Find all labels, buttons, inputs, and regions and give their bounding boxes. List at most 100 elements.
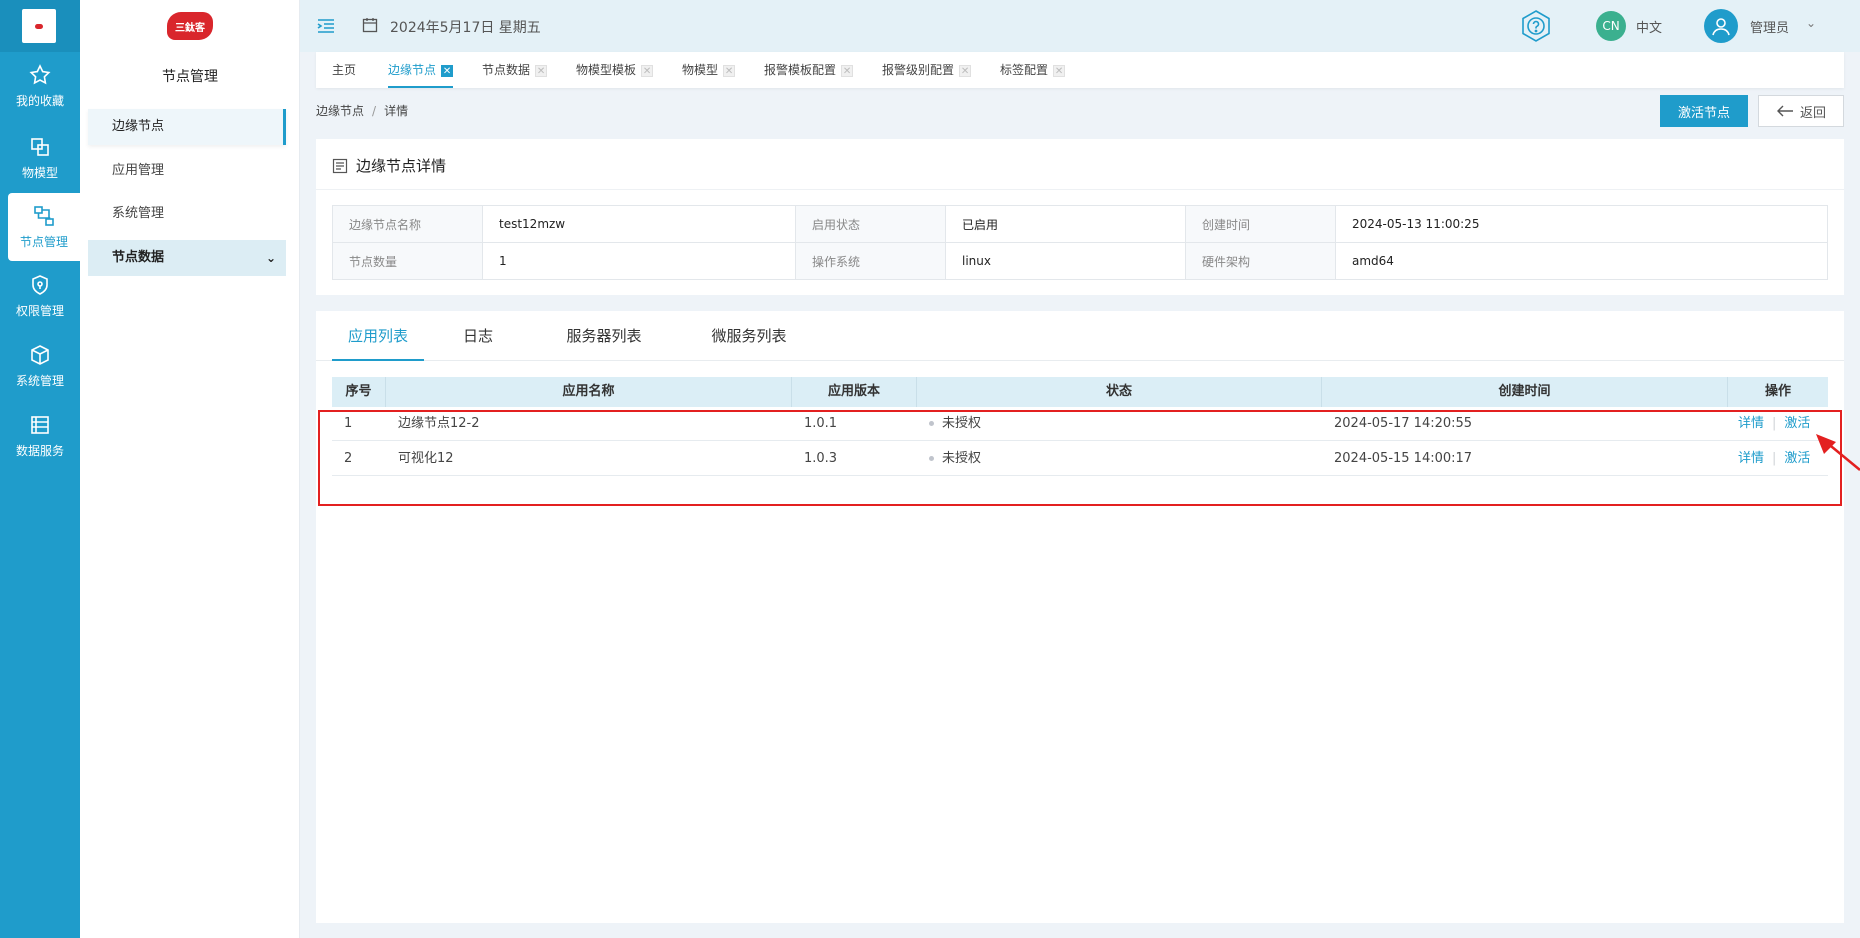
brand-logo: 三鈦客 <box>165 8 215 44</box>
info-label: 操作系统 <box>795 242 946 280</box>
rail-item-node-management[interactable]: 节点管理 <box>8 193 80 261</box>
sidebar-item-system-management[interactable]: 系统管理 <box>88 196 286 232</box>
tab-label: 物模型 <box>682 63 719 77</box>
column-header: 操作 <box>1764 384 1791 399</box>
tab-app-list[interactable]: 应用列表 <box>332 311 424 361</box>
info-value: test12mzw <box>482 205 796 243</box>
chevron-down-icon[interactable]: ⌄ <box>1806 16 1816 30</box>
rail-item-label: 权限管理 <box>15 304 64 318</box>
chevron-down-icon: ⌄ <box>265 251 276 265</box>
tab-label: 主页 <box>332 63 357 77</box>
activate-node-button[interactable]: 激活节点 <box>1660 95 1748 127</box>
sidebar-group-node-data[interactable]: 节点数据 ⌄ <box>88 240 286 276</box>
tab-label: 应用列表 <box>347 327 408 345</box>
table-header: 序号 应用名称 应用版本 状态 创建时间 操作 <box>332 377 1828 407</box>
app-logo[interactable] <box>22 9 56 43</box>
info-row: 节点数量 1 操作系统 linux 硬件架构 amd64 <box>332 242 1828 280</box>
panel-tabs: 应用列表 日志 服务器列表 微服务列表 <box>316 311 1844 361</box>
user-icon <box>1712 18 1730 36</box>
tab-microservice-list[interactable]: 微服务列表 <box>690 311 808 361</box>
tab-alarm-template[interactable]: 报警模板配置 ✕ <box>764 52 854 88</box>
info-value: 1 <box>482 242 796 280</box>
tab-model[interactable]: 物模型 ✕ <box>682 52 736 88</box>
column-header: 序号 <box>332 377 386 407</box>
sidebar-item-label: 应用管理 <box>112 163 165 178</box>
info-value: 已启用 <box>945 205 1186 243</box>
document-icon <box>332 158 348 173</box>
info-label: 创建时间 <box>1185 205 1336 243</box>
tab-label: 边缘节点 <box>388 63 437 77</box>
calendar-icon <box>362 18 378 33</box>
rail-item-label: 系统管理 <box>15 374 64 388</box>
model-icon <box>31 138 49 156</box>
info-label: 边缘节点名称 <box>332 205 483 243</box>
breadcrumb: 边缘节点 / 详情 <box>316 102 408 119</box>
language-label[interactable]: 中文 <box>1636 17 1662 36</box>
close-icon[interactable]: ✕ <box>441 64 454 77</box>
sidebar-item-edge-node[interactable]: 边缘节点 <box>88 109 286 145</box>
rail-item-favorites[interactable]: 我的收藏 <box>0 52 80 120</box>
tab-label: 物模型模板 <box>576 63 637 77</box>
arrow-left-icon <box>1776 105 1793 117</box>
breadcrumb-current: 详情 <box>384 104 409 118</box>
shield-icon <box>32 275 48 295</box>
help-icon[interactable] <box>1518 8 1554 44</box>
user-name[interactable]: 管理员 <box>1750 17 1789 36</box>
tab-model-template[interactable]: 物模型模板 ✕ <box>576 52 654 88</box>
detail-info-table: 边缘节点名称 test12mzw 启用状态 已启用 创建时间 2024-05-1… <box>332 205 1828 280</box>
language-badge[interactable]: CN <box>1596 11 1626 41</box>
info-value: amd64 <box>1335 242 1828 280</box>
rail-item-system[interactable]: 系统管理 <box>0 332 80 400</box>
tab-tag-config[interactable]: 标签配置 ✕ <box>1000 52 1066 88</box>
rail-item-label: 我的收藏 <box>15 94 64 108</box>
back-button[interactable]: 返回 <box>1758 95 1844 127</box>
sidebar-item-label: 系统管理 <box>112 206 165 221</box>
sidebar-title: 节点管理 <box>162 69 218 85</box>
rail-item-data-service[interactable]: 数据服务 <box>0 402 80 470</box>
left-rail: 我的收藏 物模型 节点管理 权限管理 系统管理 数据服务 <box>0 0 80 938</box>
rail-item-label: 节点管理 <box>19 235 68 249</box>
info-label: 节点数量 <box>332 242 483 280</box>
back-button-label: 返回 <box>1799 104 1826 120</box>
tab-node-data[interactable]: 节点数据 ✕ <box>482 52 548 88</box>
column-header: 应用版本 <box>792 377 917 407</box>
avatar[interactable] <box>1704 9 1738 43</box>
data-icon <box>31 416 49 434</box>
info-label: 启用状态 <box>795 205 946 243</box>
close-icon[interactable]: ✕ <box>841 64 854 77</box>
top-bar: 2024年5月17日 星期五 CN 中文 管理员 ⌄ <box>300 0 1860 52</box>
column-header: 创建时间 <box>1322 377 1728 407</box>
page-tabs: 主页 边缘节点 ✕ 节点数据 ✕ 物模型模板 ✕ 物模型 ✕ 报警模板配置 ✕ 报警级别配… <box>316 52 1844 88</box>
current-date: 2024年5月17日 星期五 <box>390 20 541 36</box>
tab-label: 报警级别配置 <box>882 63 955 77</box>
rail-item-label: 物模型 <box>21 166 58 180</box>
secondary-sidebar: 三鈦客 节点管理 边缘节点 应用管理 系统管理 节点数据 ⌄ <box>80 0 300 938</box>
nodes-icon <box>34 206 54 226</box>
tab-alarm-level[interactable]: 报警级别配置 ✕ <box>882 52 972 88</box>
tab-label: 报警模板配置 <box>764 63 837 77</box>
close-icon[interactable]: ✕ <box>723 64 736 77</box>
arrow-annotation-icon <box>1816 434 1860 471</box>
breadcrumb-parent[interactable]: 边缘节点 <box>316 104 364 118</box>
info-value: linux <box>945 242 1186 280</box>
tab-label: 服务器列表 <box>566 327 642 345</box>
tab-server-list[interactable]: 服务器列表 <box>550 311 658 361</box>
rail-item-model[interactable]: 物模型 <box>0 124 80 192</box>
card-header: 边缘节点详情 <box>332 155 446 176</box>
close-icon[interactable]: ✕ <box>641 64 654 77</box>
tab-label: 节点数据 <box>482 63 531 77</box>
edge-node-detail-card: 边缘节点详情 边缘节点名称 test12mzw 启用状态 已启用 创建时间 20… <box>316 139 1844 295</box>
close-icon[interactable]: ✕ <box>959 64 972 77</box>
highlight-box <box>318 410 1842 506</box>
tab-home[interactable]: 主页 <box>332 52 356 88</box>
menu-toggle-icon[interactable] <box>316 16 336 36</box>
close-icon[interactable]: ✕ <box>535 64 548 77</box>
info-label: 硬件架构 <box>1185 242 1336 280</box>
brand-logo-text: 三鈦客 <box>167 12 213 40</box>
sidebar-item-app-management[interactable]: 应用管理 <box>88 153 286 189</box>
tab-logs[interactable]: 日志 <box>446 311 510 361</box>
rail-item-permissions[interactable]: 权限管理 <box>0 262 80 330</box>
tab-edge-node[interactable]: 边缘节点 ✕ <box>388 52 454 88</box>
close-icon[interactable]: ✕ <box>1053 64 1066 77</box>
column-header: 应用名称 <box>386 377 792 407</box>
